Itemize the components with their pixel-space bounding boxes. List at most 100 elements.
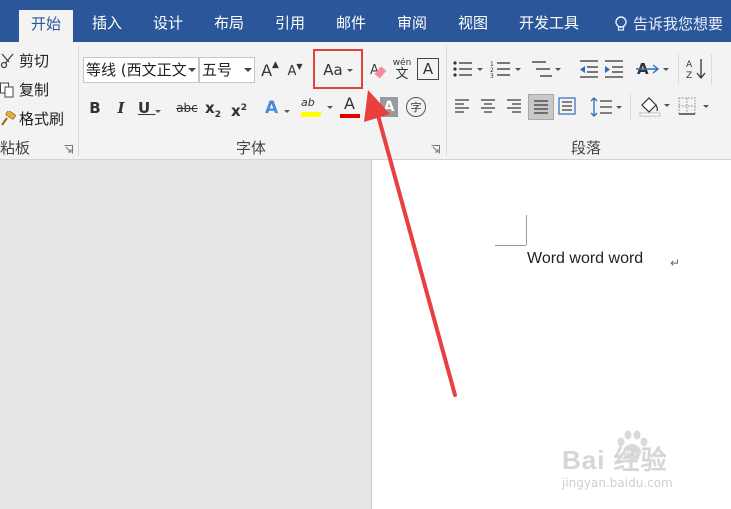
strikethrough-button[interactable]: abc <box>175 97 199 119</box>
tab-review[interactable]: 审阅 <box>397 8 427 42</box>
paragraph-group-label: 段落 <box>571 139 602 157</box>
highlight-color-bar <box>301 112 321 117</box>
tab-insert[interactable]: 插入 <box>92 8 122 42</box>
margin-corner-mark <box>495 245 526 246</box>
group-separator <box>446 46 447 156</box>
sort-icon[interactable]: A Z <box>686 57 708 81</box>
lightbulb-icon <box>615 15 627 31</box>
character-shading-icon: A <box>383 99 395 115</box>
font-color-button[interactable]: A <box>340 94 370 120</box>
copy-button[interactable]: 复制 <box>0 79 49 100</box>
text-effects-button[interactable]: A <box>265 97 297 119</box>
italic-icon: I <box>117 99 125 117</box>
subscript-button[interactable]: x2 <box>204 97 222 120</box>
font-color-icon: A <box>344 94 355 113</box>
chevron-down-icon <box>244 68 252 72</box>
shading-button[interactable] <box>638 95 674 117</box>
align-left-icon[interactable] <box>454 98 470 114</box>
tab-design[interactable]: 设计 <box>153 8 183 42</box>
cut-label: 剪切 <box>19 52 50 70</box>
line-spacing-button[interactable] <box>590 97 626 117</box>
shrink-font-button[interactable]: A ▼ <box>285 61 305 81</box>
italic-button[interactable]: I <box>112 97 130 119</box>
up-arrow-icon: ▲ <box>272 60 279 70</box>
group-separator <box>711 54 712 84</box>
shrink-font-icon: A <box>287 63 297 79</box>
copy-icon <box>0 82 14 97</box>
justify-button[interactable] <box>528 94 554 120</box>
document-text[interactable]: Word word word <box>527 250 643 268</box>
copy-label: 复制 <box>19 81 50 99</box>
bullets-button[interactable] <box>452 59 492 79</box>
text-highlight-button[interactable]: ab <box>301 94 337 120</box>
ribbon: 剪切 复制 格式刷 粘板 等线 (西文正文 五号 A ▲ A ▼ Aa A wé… <box>0 42 731 160</box>
underline-icon: U <box>138 99 151 117</box>
strikethrough-icon: abc <box>176 101 198 115</box>
format-painter-label: 格式刷 <box>19 110 65 128</box>
increase-indent-icon[interactable] <box>603 59 625 79</box>
bold-button[interactable]: B <box>86 97 104 119</box>
borders-button[interactable] <box>678 97 714 115</box>
watermark-url: jingyan.baidu.com <box>562 476 673 490</box>
clipboard-group-label: 粘板 <box>0 139 31 157</box>
word-window: 开始 插入 设计 布局 引用 邮件 审阅 视图 开发工具 告诉我您想要 剪切 复… <box>0 0 731 509</box>
enclose-characters-icon: 字 <box>410 101 422 114</box>
align-right-icon[interactable] <box>506 98 522 114</box>
character-border-icon: A <box>422 60 434 78</box>
tab-view[interactable]: 视图 <box>458 8 488 42</box>
tab-layout[interactable]: 布局 <box>214 8 244 42</box>
ribbon-tab-bar: 开始 插入 设计 布局 引用 邮件 审阅 视图 开发工具 告诉我您想要 <box>0 0 731 42</box>
font-size-combo[interactable]: 五号 <box>199 57 255 83</box>
down-arrow-icon: ▼ <box>296 61 303 71</box>
baidu-watermark: du Bai 经验 jingyan.baidu.com <box>562 430 727 494</box>
subscript-mark: 2 <box>214 110 221 120</box>
decrease-indent-icon[interactable] <box>578 59 600 79</box>
phonetic-guide-button[interactable]: wén 文 <box>391 56 413 84</box>
group-separator <box>678 54 679 84</box>
asian-layout-button[interactable]: A <box>636 59 674 79</box>
align-center-icon[interactable] <box>480 98 496 114</box>
tab-developer[interactable]: 开发工具 <box>519 8 579 42</box>
paragraph-mark: ↵ <box>670 256 681 270</box>
font-dialog-launcher-icon[interactable] <box>431 145 440 154</box>
chevron-down-icon <box>155 110 162 113</box>
multilevel-list-button[interactable] <box>530 59 570 79</box>
subscript-icon: x <box>205 99 215 117</box>
group-separator <box>78 46 79 156</box>
svg-text:3: 3 <box>490 73 494 79</box>
grow-font-icon: A <box>261 60 273 80</box>
character-border-button[interactable]: A <box>417 58 439 80</box>
tab-home[interactable]: 开始 <box>19 10 74 42</box>
tab-mailings[interactable]: 邮件 <box>336 8 366 42</box>
svg-text:Z: Z <box>686 71 692 81</box>
phonetic-guide-bottom: 文 <box>395 67 409 82</box>
clear-formatting-button[interactable]: A <box>368 58 388 82</box>
font-group-label: 字体 <box>236 139 267 157</box>
numbering-button[interactable]: 1 2 3 <box>490 59 530 79</box>
underline-button[interactable]: U <box>138 97 164 119</box>
document-background <box>0 160 371 509</box>
font-size-value: 五号 <box>202 61 233 79</box>
annotation-highlight-box <box>313 49 363 89</box>
grow-font-button[interactable]: A ▲ <box>260 59 280 81</box>
font-name-combo[interactable]: 等线 (西文正文 <box>83 57 199 83</box>
margin-corner-mark <box>526 215 527 245</box>
character-shading-button[interactable]: A <box>380 97 398 117</box>
tab-references[interactable]: 引用 <box>275 8 305 42</box>
tell-me-box[interactable]: 告诉我您想要 <box>612 13 723 34</box>
bold-icon: B <box>89 99 101 117</box>
cut-button[interactable]: 剪切 <box>0 50 49 71</box>
watermark-main-text: Bai 经验 <box>562 445 668 475</box>
font-color-bar <box>340 114 360 118</box>
chevron-down-icon <box>188 68 196 72</box>
highlighter-icon: ab <box>301 96 315 109</box>
format-painter-button[interactable]: 格式刷 <box>0 108 64 129</box>
clipboard-dialog-launcher-icon[interactable] <box>64 145 73 154</box>
chevron-down-icon <box>284 110 291 113</box>
distributed-icon[interactable] <box>558 97 576 115</box>
superscript-button[interactable]: x2 <box>230 97 248 120</box>
scissors-icon <box>0 53 14 68</box>
enclose-characters-button[interactable]: 字 <box>406 97 426 117</box>
font-name-value: 等线 (西文正文 <box>86 61 187 79</box>
svg-text:A: A <box>686 60 693 70</box>
